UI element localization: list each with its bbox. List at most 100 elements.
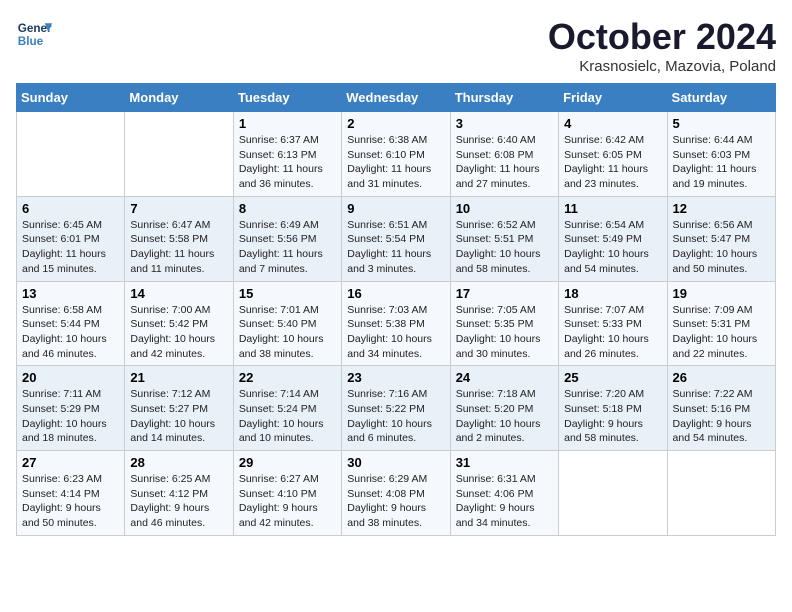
day-number: 18 xyxy=(564,286,661,301)
day-detail: Sunrise: 7:16 AMSunset: 5:22 PMDaylight:… xyxy=(347,387,444,446)
day-detail: Sunrise: 7:12 AMSunset: 5:27 PMDaylight:… xyxy=(130,387,227,446)
day-cell: 18 Sunrise: 7:07 AMSunset: 5:33 PMDayligh… xyxy=(559,281,667,366)
svg-text:Blue: Blue xyxy=(18,35,44,48)
day-detail: Sunrise: 7:09 AMSunset: 5:31 PMDaylight:… xyxy=(673,303,770,362)
day-number: 20 xyxy=(22,370,119,385)
day-number: 5 xyxy=(673,116,770,131)
day-detail: Sunrise: 7:01 AMSunset: 5:40 PMDaylight:… xyxy=(239,303,336,362)
day-detail: Sunrise: 6:44 AMSunset: 6:03 PMDaylight:… xyxy=(673,133,770,192)
day-number: 19 xyxy=(673,286,770,301)
day-cell: 20 Sunrise: 7:11 AMSunset: 5:29 PMDayligh… xyxy=(17,366,125,451)
day-number: 15 xyxy=(239,286,336,301)
week-row-4: 20 Sunrise: 7:11 AMSunset: 5:29 PMDayligh… xyxy=(17,366,776,451)
day-cell: 14 Sunrise: 7:00 AMSunset: 5:42 PMDayligh… xyxy=(125,281,233,366)
day-detail: Sunrise: 6:56 AMSunset: 5:47 PMDaylight:… xyxy=(673,218,770,277)
day-number: 28 xyxy=(130,455,227,470)
day-detail: Sunrise: 7:07 AMSunset: 5:33 PMDaylight:… xyxy=(564,303,661,362)
week-row-3: 13 Sunrise: 6:58 AMSunset: 5:44 PMDayligh… xyxy=(17,281,776,366)
day-number: 9 xyxy=(347,201,444,216)
day-number: 13 xyxy=(22,286,119,301)
day-cell: 15 Sunrise: 7:01 AMSunset: 5:40 PMDayligh… xyxy=(233,281,341,366)
day-cell: 17 Sunrise: 7:05 AMSunset: 5:35 PMDayligh… xyxy=(450,281,558,366)
day-cell: 24 Sunrise: 7:18 AMSunset: 5:20 PMDayligh… xyxy=(450,366,558,451)
day-number: 22 xyxy=(239,370,336,385)
day-number: 30 xyxy=(347,455,444,470)
day-cell: 21 Sunrise: 7:12 AMSunset: 5:27 PMDayligh… xyxy=(125,366,233,451)
day-number: 21 xyxy=(130,370,227,385)
day-number: 8 xyxy=(239,201,336,216)
day-number: 27 xyxy=(22,455,119,470)
day-cell: 16Sunrise: 7:03 AMSunset: 5:38 PMDayligh… xyxy=(342,281,450,366)
day-detail: Sunrise: 6:42 AMSunset: 6:05 PMDaylight:… xyxy=(564,133,661,192)
day-header-sunday: Sunday xyxy=(17,84,125,112)
day-number: 10 xyxy=(456,201,553,216)
day-cell: 4 Sunrise: 6:42 AMSunset: 6:05 PMDaylight… xyxy=(559,112,667,197)
day-detail: Sunrise: 6:27 AMSunset: 4:10 PMDaylight:… xyxy=(239,472,336,531)
day-detail: Sunrise: 7:18 AMSunset: 5:20 PMDaylight:… xyxy=(456,387,553,446)
day-detail: Sunrise: 6:54 AMSunset: 5:49 PMDaylight:… xyxy=(564,218,661,277)
day-number: 1 xyxy=(239,116,336,131)
day-cell: 12Sunrise: 6:56 AMSunset: 5:47 PMDayligh… xyxy=(667,196,775,281)
day-cell xyxy=(17,112,125,197)
day-cell: 13 Sunrise: 6:58 AMSunset: 5:44 PMDayligh… xyxy=(17,281,125,366)
week-row-5: 27 Sunrise: 6:23 AMSunset: 4:14 PMDayligh… xyxy=(17,451,776,536)
day-detail: Sunrise: 7:14 AMSunset: 5:24 PMDaylight:… xyxy=(239,387,336,446)
day-detail: Sunrise: 6:40 AMSunset: 6:08 PMDaylight:… xyxy=(456,133,553,192)
day-header-friday: Friday xyxy=(559,84,667,112)
day-cell: 11 Sunrise: 6:54 AMSunset: 5:49 PMDayligh… xyxy=(559,196,667,281)
header-row: SundayMondayTuesdayWednesdayThursdayFrid… xyxy=(17,84,776,112)
day-detail: Sunrise: 7:20 AMSunset: 5:18 PMDaylight:… xyxy=(564,387,661,446)
day-cell: 8 Sunrise: 6:49 AMSunset: 5:56 PMDaylight… xyxy=(233,196,341,281)
day-number: 29 xyxy=(239,455,336,470)
logo-icon: General Blue xyxy=(16,16,52,52)
day-number: 6 xyxy=(22,201,119,216)
day-detail: Sunrise: 6:49 AMSunset: 5:56 PMDaylight:… xyxy=(239,218,336,277)
day-cell: 31 Sunrise: 6:31 AMSunset: 4:06 PMDayligh… xyxy=(450,451,558,536)
day-number: 2 xyxy=(347,116,444,131)
day-header-wednesday: Wednesday xyxy=(342,84,450,112)
day-detail: Sunrise: 6:29 AMSunset: 4:08 PMDaylight:… xyxy=(347,472,444,531)
day-detail: Sunrise: 7:05 AMSunset: 5:35 PMDaylight:… xyxy=(456,303,553,362)
day-detail: Sunrise: 6:52 AMSunset: 5:51 PMDaylight:… xyxy=(456,218,553,277)
day-number: 23 xyxy=(347,370,444,385)
day-cell: 28 Sunrise: 6:25 AMSunset: 4:12 PMDayligh… xyxy=(125,451,233,536)
day-header-saturday: Saturday xyxy=(667,84,775,112)
day-header-thursday: Thursday xyxy=(450,84,558,112)
day-detail: Sunrise: 7:00 AMSunset: 5:42 PMDaylight:… xyxy=(130,303,227,362)
day-detail: Sunrise: 6:37 AMSunset: 6:13 PMDaylight:… xyxy=(239,133,336,192)
day-cell xyxy=(125,112,233,197)
day-number: 14 xyxy=(130,286,227,301)
day-detail: Sunrise: 6:47 AMSunset: 5:58 PMDaylight:… xyxy=(130,218,227,277)
day-detail: Sunrise: 6:23 AMSunset: 4:14 PMDaylight:… xyxy=(22,472,119,531)
calendar-table: SundayMondayTuesdayWednesdayThursdayFrid… xyxy=(16,83,776,536)
day-cell xyxy=(667,451,775,536)
day-cell xyxy=(559,451,667,536)
day-cell: 10 Sunrise: 6:52 AMSunset: 5:51 PMDayligh… xyxy=(450,196,558,281)
day-header-tuesday: Tuesday xyxy=(233,84,341,112)
day-detail: Sunrise: 6:38 AMSunset: 6:10 PMDaylight:… xyxy=(347,133,444,192)
day-number: 17 xyxy=(456,286,553,301)
day-cell: 25 Sunrise: 7:20 AMSunset: 5:18 PMDayligh… xyxy=(559,366,667,451)
day-cell: 9Sunrise: 6:51 AMSunset: 5:54 PMDaylight… xyxy=(342,196,450,281)
day-cell: 27 Sunrise: 6:23 AMSunset: 4:14 PMDayligh… xyxy=(17,451,125,536)
day-header-monday: Monday xyxy=(125,84,233,112)
day-cell: 23 Sunrise: 7:16 AMSunset: 5:22 PMDayligh… xyxy=(342,366,450,451)
week-row-1: 1 Sunrise: 6:37 AMSunset: 6:13 PMDaylight… xyxy=(17,112,776,197)
day-cell: 5 Sunrise: 6:44 AMSunset: 6:03 PMDaylight… xyxy=(667,112,775,197)
day-cell: 26Sunrise: 7:22 AMSunset: 5:16 PMDayligh… xyxy=(667,366,775,451)
day-number: 25 xyxy=(564,370,661,385)
day-number: 7 xyxy=(130,201,227,216)
day-number: 24 xyxy=(456,370,553,385)
day-number: 31 xyxy=(456,455,553,470)
day-cell: 3Sunrise: 6:40 AMSunset: 6:08 PMDaylight… xyxy=(450,112,558,197)
day-detail: Sunrise: 6:25 AMSunset: 4:12 PMDaylight:… xyxy=(130,472,227,531)
day-number: 4 xyxy=(564,116,661,131)
day-detail: Sunrise: 6:45 AMSunset: 6:01 PMDaylight:… xyxy=(22,218,119,277)
day-detail: Sunrise: 7:11 AMSunset: 5:29 PMDaylight:… xyxy=(22,387,119,446)
page-header: General Blue October 2024 Krasnosielc, M… xyxy=(16,16,776,75)
day-cell: 19 Sunrise: 7:09 AMSunset: 5:31 PMDayligh… xyxy=(667,281,775,366)
day-cell: 30 Sunrise: 6:29 AMSunset: 4:08 PMDayligh… xyxy=(342,451,450,536)
day-detail: Sunrise: 6:31 AMSunset: 4:06 PMDaylight:… xyxy=(456,472,553,531)
day-detail: Sunrise: 6:58 AMSunset: 5:44 PMDaylight:… xyxy=(22,303,119,362)
day-number: 11 xyxy=(564,201,661,216)
